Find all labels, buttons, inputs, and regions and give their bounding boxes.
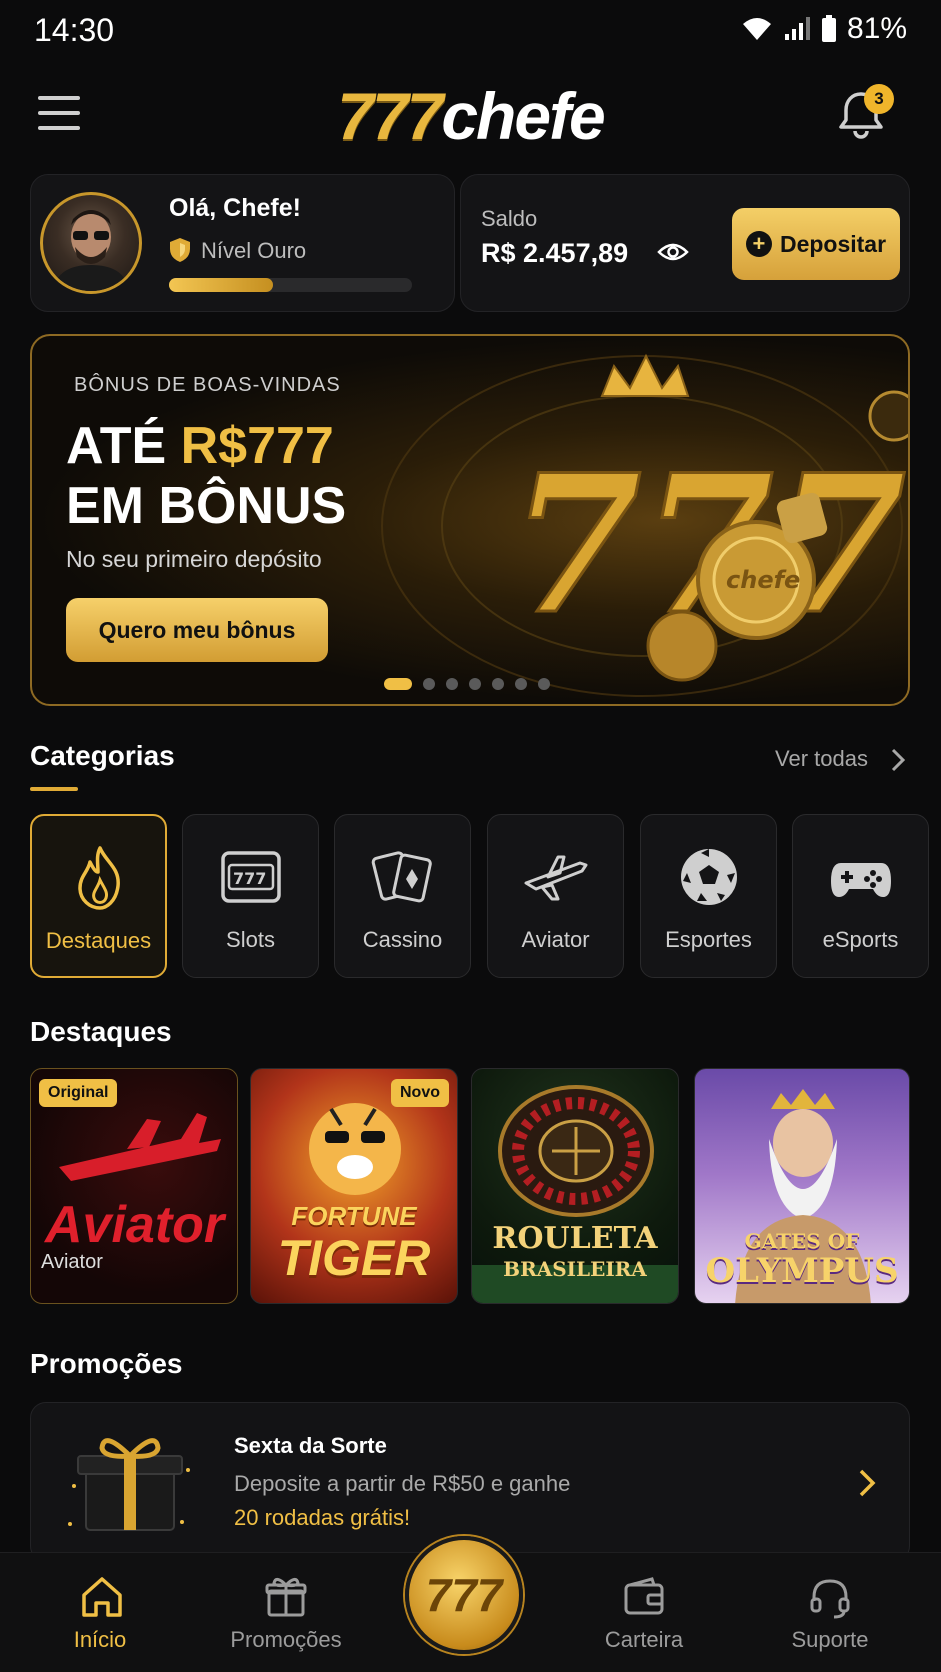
category-esports[interactable]: eSports bbox=[792, 814, 929, 978]
home-icon bbox=[82, 1577, 122, 1617]
avatar[interactable] bbox=[40, 192, 142, 294]
game-tile-aviator[interactable]: Aviator Aviator Original bbox=[30, 1068, 238, 1304]
flame-icon bbox=[78, 846, 120, 910]
status-time: 14:30 bbox=[34, 12, 115, 48]
chevron-right-icon[interactable] bbox=[890, 747, 906, 773]
banner-title-prefix: ATÉ bbox=[66, 417, 181, 475]
balance-label: Saldo bbox=[481, 206, 538, 231]
aviator-caption: Aviator bbox=[41, 1251, 103, 1273]
banner-title-line1: ATÉ R$777 bbox=[66, 416, 334, 476]
slot-machine-icon: 777 bbox=[221, 851, 281, 903]
claim-bonus-button[interactable]: Quero meu bônus bbox=[66, 598, 328, 662]
carousel-dot[interactable] bbox=[469, 678, 481, 690]
airplane-icon bbox=[524, 855, 588, 901]
roulette-art-title-1: ROULETA bbox=[492, 1221, 658, 1256]
category-cassino[interactable]: Cassino bbox=[334, 814, 471, 978]
chevron-right-icon[interactable] bbox=[858, 1468, 876, 1498]
signal-icon bbox=[784, 17, 810, 40]
section-underline bbox=[30, 787, 78, 791]
carousel-dot[interactable] bbox=[446, 678, 458, 690]
category-label: Esportes bbox=[665, 927, 752, 952]
carousel-dot[interactable] bbox=[538, 678, 550, 690]
category-destaques[interactable]: Destaques bbox=[30, 814, 167, 978]
wallet-icon bbox=[624, 1577, 664, 1615]
banner-title-highlight: R$777 bbox=[180, 417, 334, 475]
banner-subtitle: No seu primeiro depósito bbox=[66, 546, 322, 572]
roulette-art-title-2: BRASILEIRA bbox=[503, 1257, 647, 1281]
notification-badge: 3 bbox=[864, 84, 894, 114]
promo-title: Sexta da Sorte bbox=[234, 1433, 387, 1458]
deposit-button[interactable]: + Depositar bbox=[732, 208, 900, 280]
deposit-label: Depositar bbox=[779, 230, 887, 257]
olympus-art-title-1: GATES OF bbox=[744, 1229, 860, 1253]
level-progress-bar bbox=[169, 278, 412, 292]
banner-title-line2: EM BÔNUS bbox=[66, 477, 347, 535]
cards-icon bbox=[371, 851, 432, 903]
carousel-dot[interactable] bbox=[515, 678, 527, 690]
category-label: Aviator bbox=[521, 927, 590, 952]
category-aviator[interactable]: Aviator bbox=[487, 814, 624, 978]
category-label: Cassino bbox=[362, 927, 443, 952]
balance-value: R$ 2.457,89 bbox=[481, 238, 629, 268]
category-label: Slots bbox=[226, 927, 275, 952]
avatar-image bbox=[53, 210, 129, 291]
gamepad-icon bbox=[831, 863, 891, 897]
aviator-art-title: Aviator bbox=[45, 1196, 225, 1254]
plus-icon: + bbox=[745, 231, 772, 257]
game-tile-fortune-tiger[interactable]: FORTUNE TIGER Novo bbox=[250, 1068, 458, 1304]
promo-highlight: 20 rodadas grátis! bbox=[234, 1505, 411, 1530]
headset-icon bbox=[810, 1579, 850, 1619]
shield-icon bbox=[170, 238, 190, 262]
carousel-dots[interactable] bbox=[384, 678, 550, 690]
level-label: Nível Ouro bbox=[201, 238, 307, 263]
carousel-dot[interactable] bbox=[423, 678, 435, 690]
categories-title: Categorias bbox=[30, 740, 175, 771]
highlights-title: Destaques bbox=[30, 1016, 172, 1047]
tiger-art-title-2: TIGER bbox=[277, 1230, 431, 1286]
battery-percent: 81% bbox=[846, 12, 907, 45]
category-slots[interactable]: 777 Slots bbox=[182, 814, 319, 978]
soccer-ball-icon bbox=[681, 849, 737, 905]
app-screen: 14:30 81% 777chefe 3 Olá, Chefe! Nível O… bbox=[0, 0, 941, 1672]
nav-label: Início bbox=[73, 1627, 127, 1652]
tiger-art-title-1: FORTUNE bbox=[291, 1201, 417, 1231]
carousel-dot[interactable] bbox=[384, 678, 412, 690]
battery-icon bbox=[821, 15, 836, 42]
game-tile-gates-of-olympus[interactable]: GATES OF OLYMPUS bbox=[694, 1068, 910, 1304]
status-bar: 14:30 81% bbox=[0, 0, 941, 60]
logo-number: 777 bbox=[337, 79, 443, 153]
see-all-link[interactable]: Ver todas bbox=[775, 746, 868, 772]
nav-label: Suporte bbox=[791, 1627, 869, 1652]
logo-word: chefe bbox=[441, 79, 605, 153]
wifi-icon bbox=[742, 18, 771, 40]
level-progress-fill bbox=[169, 278, 274, 292]
gift-icon bbox=[265, 1578, 307, 1617]
olympus-art-title-2: OLYMPUS bbox=[705, 1251, 899, 1291]
app-logo: 777chefe bbox=[0, 78, 941, 154]
nav-777-button[interactable]: 777 bbox=[405, 1536, 523, 1654]
eye-icon[interactable] bbox=[657, 240, 689, 264]
game-tile-roleta-brasileira[interactable]: ROULETA BRASILEIRA bbox=[471, 1068, 679, 1304]
gift-box-art-icon bbox=[68, 1438, 190, 1531]
svg-text:777: 777 bbox=[233, 869, 266, 888]
promotions-title: Promoções bbox=[30, 1348, 183, 1379]
category-esportes[interactable]: Esportes bbox=[640, 814, 777, 978]
greeting: Olá, Chefe! bbox=[169, 194, 301, 222]
category-label: eSports bbox=[822, 927, 899, 952]
nav-label: Promoções bbox=[230, 1627, 342, 1652]
status-icons: 81% bbox=[741, 12, 907, 46]
promo-text: Deposite a partir de R$50 e ganhe bbox=[234, 1471, 571, 1496]
new-badge: Novo bbox=[391, 1079, 449, 1107]
nav-label: Carteira bbox=[604, 1627, 684, 1652]
banner-kicker: BÔNUS DE BOAS-VINDAS bbox=[74, 374, 341, 396]
category-label: Destaques bbox=[45, 928, 152, 953]
carousel-dot[interactable] bbox=[492, 678, 504, 690]
original-badge: Original bbox=[39, 1079, 118, 1107]
svg-text:chefe: chefe bbox=[726, 566, 800, 594]
